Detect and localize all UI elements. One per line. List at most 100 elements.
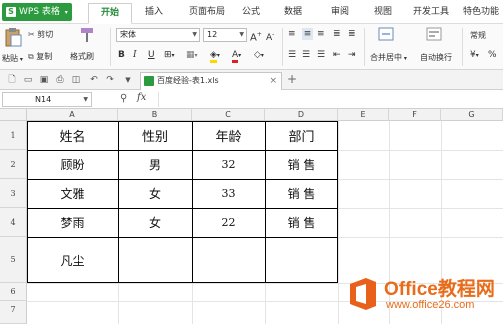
table-cell[interactable]: [118, 237, 192, 283]
paste-button[interactable]: 粘贴 ▾: [2, 53, 23, 64]
zoom-icon[interactable]: ⚲: [120, 93, 127, 104]
table-header-age[interactable]: 年龄: [192, 121, 265, 150]
new-tab-icon[interactable]: +: [287, 72, 297, 86]
row-header-2[interactable]: 2: [0, 150, 27, 179]
print-preview-icon[interactable]: ◫: [70, 74, 82, 86]
formula-bar: N14 ▼ ⚲ fx: [0, 90, 503, 109]
row-header-6[interactable]: 6: [0, 283, 27, 301]
align-justify-icon[interactable]: ≣: [333, 28, 341, 40]
decrease-font-icon[interactable]: A-: [266, 29, 274, 44]
italic-button[interactable]: I: [133, 49, 137, 61]
table-cell[interactable]: 女: [118, 179, 192, 208]
table-header-department[interactable]: 部门: [265, 121, 338, 150]
table-cell[interactable]: 顾盼: [27, 150, 118, 179]
wrap-text-button[interactable]: 自动换行: [420, 52, 452, 63]
chevron-down-icon: ▼: [83, 96, 88, 103]
distributed-align-icon[interactable]: ≣: [348, 28, 356, 40]
align-left-icon[interactable]: ☰: [288, 49, 296, 61]
document-tab[interactable]: 百度经验-表1.xls ×: [140, 72, 282, 90]
bold-button[interactable]: B: [118, 49, 125, 61]
align-center-icon[interactable]: ☰: [302, 49, 310, 61]
save-icon[interactable]: ▣: [38, 74, 50, 86]
formula-input[interactable]: [158, 92, 501, 107]
app-menu-button[interactable]: S WPS 表格 ▾: [2, 3, 72, 21]
wrap-text-icon[interactable]: [426, 27, 442, 43]
table-cell[interactable]: 33: [192, 179, 265, 208]
table-cell[interactable]: 销 售: [265, 179, 338, 208]
format-painter-button[interactable]: 格式刷: [70, 51, 94, 62]
column-header-b[interactable]: B: [118, 109, 192, 121]
align-bottom-icon[interactable]: ≡: [317, 28, 325, 40]
font-name-select[interactable]: 宋体 ▼: [116, 28, 200, 42]
row-header-7[interactable]: 7: [0, 301, 27, 324]
table-cell[interactable]: 男: [118, 150, 192, 179]
column-header-a[interactable]: A: [27, 109, 118, 121]
table-header-name[interactable]: 姓名: [27, 121, 118, 150]
table-cell[interactable]: 文雅: [27, 179, 118, 208]
tab-start[interactable]: 开始: [88, 3, 132, 24]
tab-review[interactable]: 审阅: [325, 3, 355, 24]
tab-insert[interactable]: 插入: [140, 3, 168, 24]
clear-format-icon[interactable]: ◇▾: [254, 49, 264, 62]
tab-data[interactable]: 数据: [278, 3, 308, 24]
column-header-d[interactable]: D: [265, 109, 338, 121]
align-top-icon[interactable]: ≡: [288, 28, 296, 40]
fx-icon[interactable]: fx: [137, 92, 146, 103]
row-header-4[interactable]: 4: [0, 208, 27, 237]
tab-view[interactable]: 视图: [368, 3, 398, 24]
font-color-icon[interactable]: A▾: [232, 49, 241, 63]
number-format-select[interactable]: 常规: [470, 30, 486, 41]
app-name: WPS 表格: [19, 7, 60, 17]
office-logo-icon: [350, 278, 376, 310]
copy-button[interactable]: ⧉ 复制: [28, 51, 52, 62]
column-header-f[interactable]: F: [389, 109, 441, 121]
merge-center-icon[interactable]: [378, 27, 394, 43]
paste-icon[interactable]: [4, 27, 26, 47]
table-cell[interactable]: 销 售: [265, 208, 338, 237]
table-cell[interactable]: 凡尘: [27, 237, 118, 283]
increase-font-icon[interactable]: A+: [250, 29, 262, 44]
undo-icon[interactable]: ↶: [88, 74, 100, 86]
column-header-g[interactable]: G: [441, 109, 503, 121]
align-right-icon[interactable]: ☰: [317, 49, 325, 61]
redo-icon[interactable]: ↷: [104, 74, 116, 86]
column-header-e[interactable]: E: [338, 109, 389, 121]
table-cell[interactable]: [192, 237, 265, 283]
fill-color-icon[interactable]: ◈▾: [210, 49, 220, 63]
tab-features[interactable]: 特色功能: [458, 3, 503, 24]
customize-toolbar-icon[interactable]: ▼: [122, 74, 134, 86]
percent-button[interactable]: %: [488, 49, 497, 61]
watermark-url: www.office26.com: [386, 299, 475, 311]
merge-icon[interactable]: ▦▾: [186, 49, 198, 62]
tab-formula[interactable]: 公式: [236, 3, 266, 24]
row-header-3[interactable]: 3: [0, 179, 27, 208]
indent-increase-icon[interactable]: ⇥: [348, 49, 356, 61]
cut-button[interactable]: ✂ 剪切: [28, 29, 53, 40]
row-header-1[interactable]: 1: [0, 121, 27, 150]
name-box[interactable]: N14 ▼: [2, 92, 92, 107]
table-header-gender[interactable]: 性别: [118, 121, 192, 150]
column-header-c[interactable]: C: [192, 109, 265, 121]
select-all-corner[interactable]: [0, 109, 27, 121]
open-folder-icon[interactable]: ▭: [22, 74, 34, 86]
currency-icon[interactable]: ¥▾: [470, 49, 479, 62]
border-icon[interactable]: ⊞▾: [164, 49, 175, 62]
font-size-select[interactable]: 12 ▼: [203, 28, 247, 42]
align-middle-icon[interactable]: ≡: [302, 28, 313, 40]
table-cell[interactable]: 梦雨: [27, 208, 118, 237]
new-file-icon[interactable]: 🗋: [6, 74, 18, 86]
table-cell[interactable]: 女: [118, 208, 192, 237]
close-icon[interactable]: ×: [269, 73, 277, 89]
row-header-5[interactable]: 5: [0, 237, 27, 283]
merge-center-button[interactable]: 合并居中 ▾: [370, 52, 407, 63]
table-cell[interactable]: 销 售: [265, 150, 338, 179]
tab-developer[interactable]: 开发工具: [404, 3, 458, 24]
table-cell[interactable]: 32: [192, 150, 265, 179]
table-cell[interactable]: [265, 237, 338, 283]
format-painter-icon[interactable]: [80, 27, 94, 45]
table-cell[interactable]: 22: [192, 208, 265, 237]
print-icon[interactable]: ⎙: [54, 74, 66, 86]
indent-decrease-icon[interactable]: ⇤: [333, 49, 341, 61]
underline-button[interactable]: U: [148, 49, 155, 61]
tab-page-layout[interactable]: 页面布局: [180, 3, 234, 24]
